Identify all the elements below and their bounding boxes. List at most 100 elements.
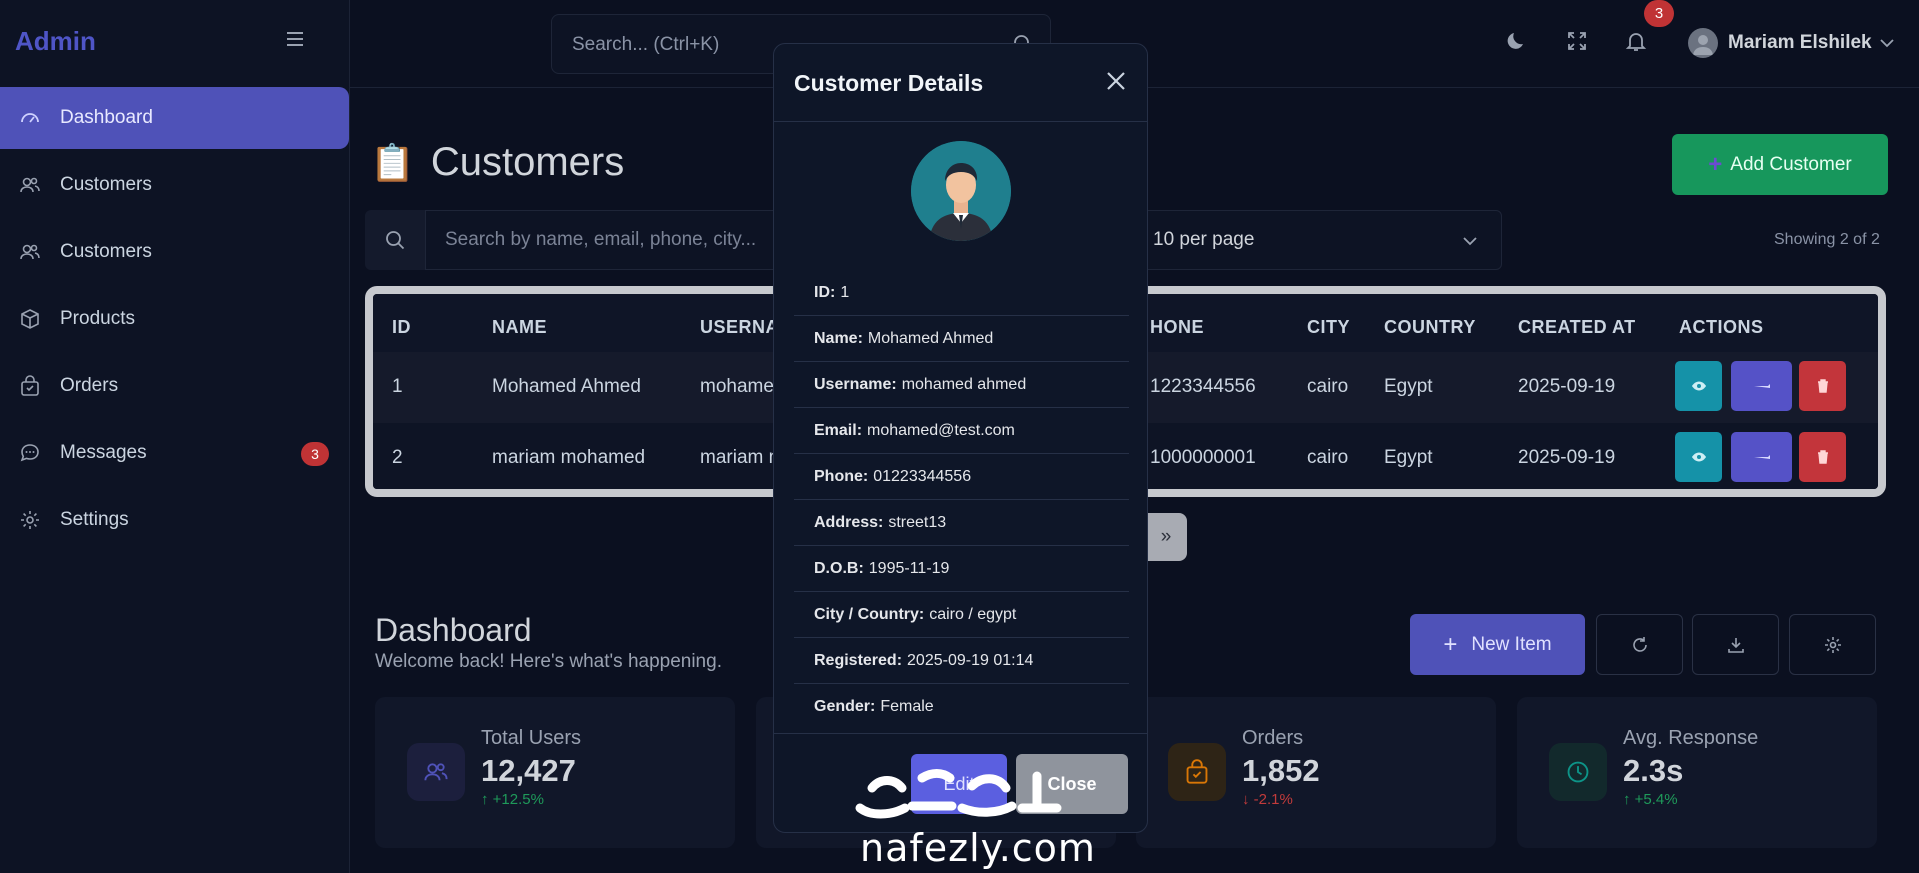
- field-email: Email: mohamed@test.com: [794, 408, 1129, 454]
- sidebar-item-products[interactable]: Products: [0, 288, 349, 350]
- view-button[interactable]: [1675, 432, 1722, 482]
- user-menu[interactable]: Mariam Elshilek: [1688, 28, 1896, 58]
- stat-change: ↑ +5.4%: [1623, 791, 1678, 808]
- field-id: ID: 1: [794, 270, 1129, 316]
- delete-button[interactable]: [1799, 361, 1846, 411]
- clipboard-icon: 📋: [370, 141, 415, 183]
- dashboard-subtitle: Welcome back! Here's what's happening.: [375, 651, 722, 672]
- column-header: CREATED AT: [1518, 317, 1636, 337]
- new-item-button[interactable]: + New Item: [1410, 614, 1585, 675]
- fullscreen-icon[interactable]: [1565, 29, 1589, 53]
- sidebar-item-dashboard[interactable]: Dashboard: [0, 87, 349, 149]
- plus-icon: +: [1443, 630, 1458, 658]
- field-label: Registered:: [814, 651, 903, 669]
- sidebar: Admin Dashboard Customers Customers Prod…: [0, 0, 350, 873]
- column-header: CITY: [1307, 317, 1351, 337]
- field-value: street13: [888, 513, 947, 531]
- field-city-country: City / Country: cairo / egypt: [794, 592, 1129, 638]
- view-button[interactable]: [1675, 361, 1722, 411]
- eye-icon: [1691, 452, 1706, 462]
- stat-card-response: Avg. Response 2.3s ↑ +5.4%: [1517, 697, 1877, 848]
- box-icon: [19, 308, 41, 330]
- pagination-next[interactable]: »: [1145, 513, 1187, 561]
- chevron-down-icon: [1879, 39, 1894, 48]
- showing-count: Showing 2 of 2: [1774, 231, 1880, 248]
- add-customer-button[interactable]: + Add Customer: [1672, 134, 1888, 195]
- sidebar-item-customers[interactable]: Customers: [0, 154, 349, 216]
- stat-value: 2.3s: [1623, 753, 1684, 788]
- edit-button[interactable]: [1731, 432, 1792, 482]
- trash-icon: [1817, 379, 1828, 393]
- sidebar-item-customers-2[interactable]: Customers: [0, 221, 349, 283]
- bag-icon: [1168, 743, 1226, 801]
- field-registered: Registered: 2025-09-19 01:14: [794, 638, 1129, 684]
- page-title: Customers: [430, 140, 625, 184]
- sidebar-item-orders[interactable]: Orders: [0, 355, 349, 417]
- field-value: 1995-11-19: [868, 559, 950, 577]
- sidebar-item-messages[interactable]: Messages 3: [0, 422, 349, 484]
- field-label: City / Country:: [814, 605, 925, 623]
- cell-country: Egypt: [1384, 376, 1433, 397]
- sidebar-item-settings[interactable]: Settings: [0, 489, 349, 551]
- refresh-button[interactable]: [1596, 614, 1683, 675]
- download-button[interactable]: [1692, 614, 1779, 675]
- cell-name: Mohamed Ahmed: [492, 376, 641, 397]
- field-phone: Phone: 01223344556: [794, 454, 1129, 500]
- watermark-text: nafezly.com: [860, 826, 1096, 870]
- field-value: mohamed ahmed: [901, 375, 1027, 393]
- sidebar-item-label: Customers: [60, 241, 152, 262]
- gauge-icon: [19, 107, 41, 129]
- stat-label: Avg. Response: [1623, 727, 1759, 749]
- column-header: HONE: [1150, 317, 1205, 337]
- page-header: 📋 Customers: [370, 140, 624, 185]
- settings-button[interactable]: [1789, 614, 1876, 675]
- avatar: [1688, 28, 1718, 58]
- per-page-select[interactable]: 10 per page: [1132, 210, 1502, 270]
- cell-id: 2: [392, 447, 403, 468]
- field-value: mohamed@test.com: [867, 421, 1015, 439]
- search-placeholder: Search... (Ctrl+K): [572, 34, 720, 55]
- column-header: ID: [392, 317, 411, 337]
- stat-change: ↑ +12.5%: [481, 791, 544, 808]
- edit-button[interactable]: [1731, 361, 1792, 411]
- field-address: Address: street13: [794, 500, 1129, 546]
- download-icon: [1727, 637, 1744, 653]
- bell-icon[interactable]: [1624, 29, 1648, 53]
- users-icon: [19, 241, 41, 263]
- bag-icon: [19, 375, 41, 397]
- clock-icon: [1549, 743, 1607, 801]
- chat-icon: [19, 442, 41, 464]
- column-header: NAME: [492, 317, 547, 337]
- customer-details-modal: Customer Details ID: 1 Name: Mohamed Ahmed…: [773, 43, 1148, 833]
- stat-change: ↓ -2.1%: [1242, 791, 1293, 808]
- moon-icon[interactable]: [1505, 29, 1529, 53]
- field-label: Username:: [814, 375, 897, 393]
- new-item-label: New Item: [1471, 633, 1552, 655]
- gear-icon: [1824, 636, 1841, 653]
- field-label: Address:: [814, 513, 884, 531]
- stat-label: Total Users: [481, 727, 582, 749]
- sidebar-nav: Dashboard Customers Customers Products O…: [0, 87, 350, 556]
- users-icon: [407, 743, 465, 801]
- cell-created: 2025-09-19: [1518, 376, 1616, 397]
- dashboard-title: Dashboard: [375, 612, 532, 648]
- cell-phone: 1000000001: [1150, 447, 1256, 468]
- brand-logo[interactable]: Admin: [15, 26, 96, 57]
- field-gender: Gender: Female: [794, 684, 1129, 730]
- close-icon[interactable]: [1103, 68, 1129, 94]
- customer-fields: ID: 1 Name: Mohamed Ahmed Username: mohamed…: [794, 270, 1129, 730]
- pencil-icon: [1753, 384, 1770, 388]
- delete-button[interactable]: [1799, 432, 1846, 482]
- add-customer-label: Add Customer: [1730, 153, 1852, 175]
- per-page-value: 10 per page: [1153, 229, 1255, 250]
- sidebar-item-label: Messages: [60, 442, 147, 463]
- cell-username: mohamed: [700, 376, 785, 397]
- field-label: Name:: [814, 329, 863, 347]
- field-value: 01223344556: [873, 467, 972, 485]
- modal-title: Customer Details: [794, 70, 984, 96]
- avatar: [911, 141, 1011, 241]
- chevron-down-icon: [1463, 237, 1477, 246]
- hamburger-icon[interactable]: [284, 28, 306, 50]
- field-label: Gender:: [814, 698, 876, 715]
- sidebar-item-label: Customers: [60, 174, 152, 195]
